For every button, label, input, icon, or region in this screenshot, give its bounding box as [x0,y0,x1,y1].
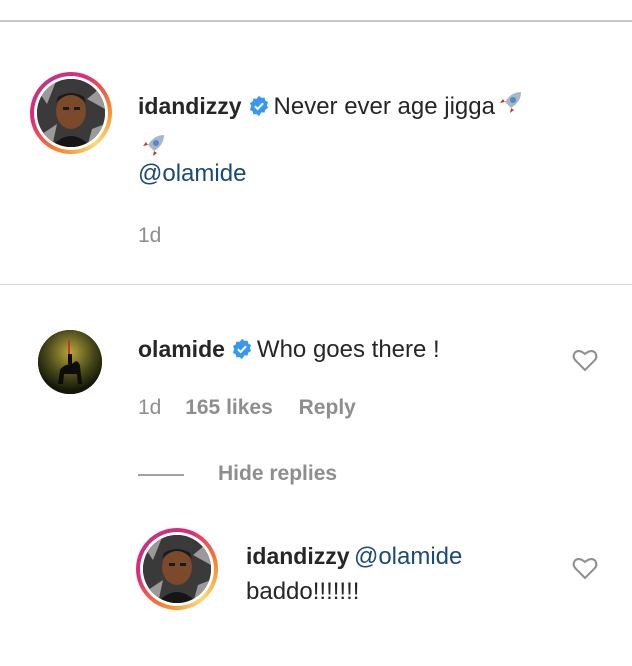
comment-time: 1d [138,224,162,247]
reply-button[interactable]: Reply [299,396,356,419]
avatar-horse-rider-icon [38,330,102,394]
like-heart-icon[interactable] [572,348,598,377]
verified-badge-icon [231,338,253,371]
section-divider [0,284,632,285]
hide-replies-button[interactable]: Hide replies [218,462,337,486]
username[interactable]: olamide [138,336,225,362]
comment-text: Never ever age jigga [273,93,495,120]
username[interactable]: idandizzy [246,543,350,569]
reply-text: baddo!!!!!!! [246,578,360,605]
hide-replies-line [138,474,184,476]
avatar-idandizzy[interactable] [136,528,218,610]
like-heart-icon[interactable] [572,556,598,585]
avatar-idandizzy[interactable] [30,72,112,154]
comment-time: 1d [138,396,162,419]
likes-count[interactable]: 165 likes [185,396,273,419]
verified-badge-icon [248,95,270,128]
mention-link[interactable]: @olamide [354,543,462,570]
top-divider [0,20,632,22]
comment-2-header: olamide Who goes there ! [138,334,440,371]
comment-2-meta: 1d 165 likes Reply [138,396,356,420]
avatar-portrait-icon [143,535,211,603]
avatar-olamide[interactable] [38,330,102,394]
avatar-portrait-icon [37,79,105,147]
reply-header: idandizzy @olamide baddo!!!!!!! [246,540,462,608]
mention-link[interactable]: @olamide [138,160,246,188]
username[interactable]: idandizzy [138,93,242,119]
comment-text: Who goes there ! [256,336,440,363]
rocket-emoji-icon [495,88,525,129]
